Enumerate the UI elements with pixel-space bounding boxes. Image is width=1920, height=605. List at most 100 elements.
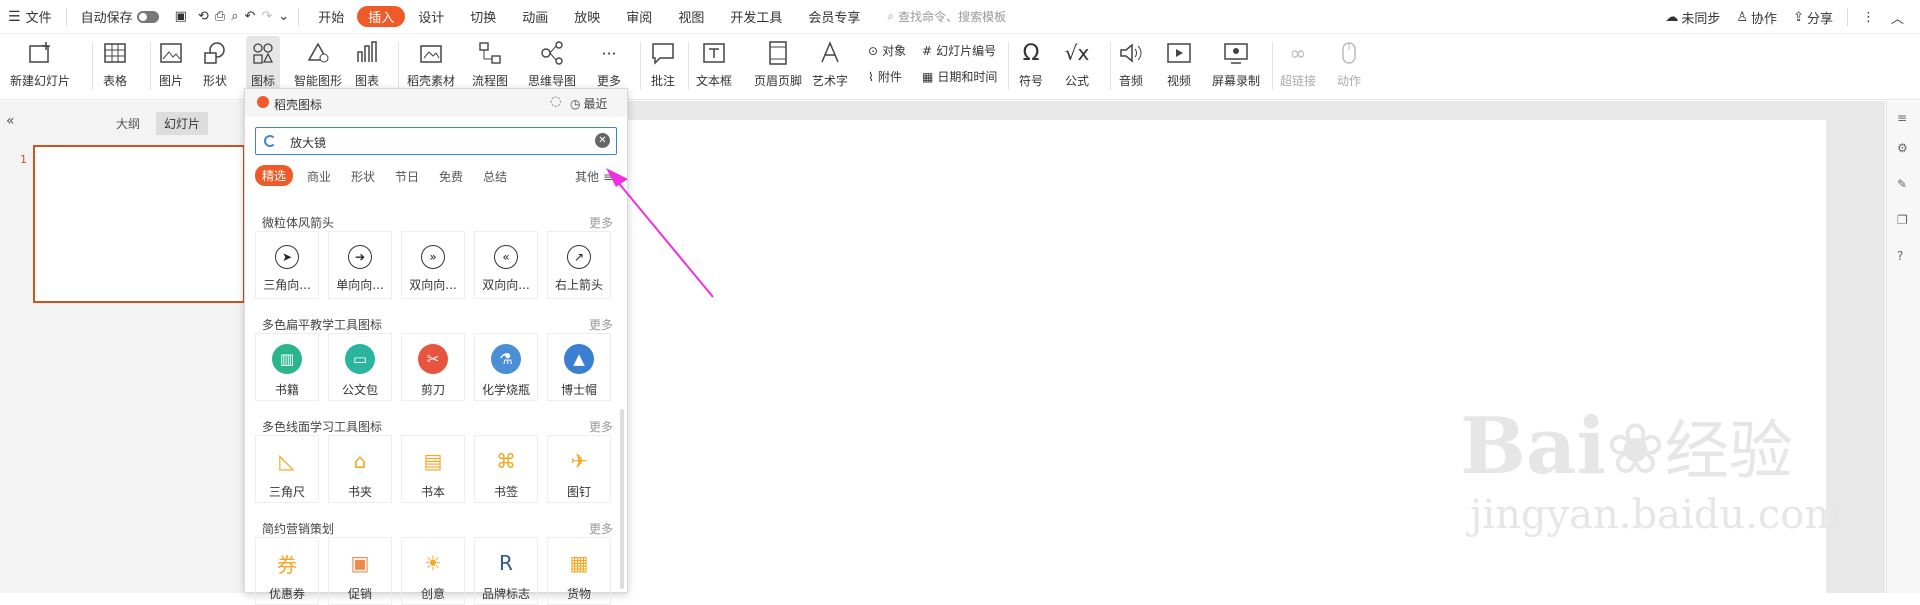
picture-button[interactable]: 图片	[158, 36, 184, 96]
category-shape[interactable]: 形状	[351, 168, 375, 185]
share-button[interactable]: ⇪ 分享	[1785, 5, 1841, 29]
flowchart-button[interactable]: 流程图	[472, 36, 508, 96]
symbol-button[interactable]: Ω 符号	[1018, 36, 1044, 96]
help-icon[interactable]: ?	[1897, 249, 1903, 263]
tab-slides[interactable]: 幻灯片	[156, 112, 209, 135]
icon-preview-icon: ▤	[423, 449, 443, 473]
attachment-button[interactable]: ⌇ 附件	[868, 68, 902, 85]
icon-tile[interactable]: ✂ 剪刀	[401, 333, 465, 401]
table-icon	[102, 40, 128, 66]
copy-icon[interactable]: ❐	[1897, 213, 1908, 227]
icon-tile[interactable]: ◺ 三角尺	[255, 435, 319, 503]
preview-icon[interactable]: ⌕	[228, 5, 241, 29]
table-button[interactable]: 表格	[102, 36, 128, 96]
more-menu-icon[interactable]: ⋮	[1854, 5, 1883, 29]
recent-button[interactable]: ◷ 最近	[570, 95, 608, 112]
icon-tile[interactable]: ▤ 书本	[401, 435, 465, 503]
section-more-link[interactable]: 更多	[589, 316, 613, 333]
datetime-button[interactable]: ▦ 日期和时间	[922, 68, 997, 85]
tab-transition[interactable]: 切换	[457, 5, 509, 29]
category-free[interactable]: 免费	[439, 168, 463, 185]
tab-outline[interactable]: 大纲	[116, 115, 140, 132]
autosave-toggle[interactable]: 自动保存	[73, 5, 167, 29]
file-menu[interactable]: ☰ 文件	[0, 5, 60, 29]
hyperlink-button[interactable]: ∞ 超链接	[1280, 36, 1316, 96]
tab-slideshow[interactable]: 放映	[561, 5, 613, 29]
action-button[interactable]: 动作	[1336, 36, 1362, 96]
icon-tile[interactable]: ➔ 单向向...	[328, 231, 392, 299]
scrollbar[interactable]	[620, 409, 624, 589]
header-footer-button[interactable]: 页眉页脚	[754, 36, 802, 96]
tab-insert[interactable]: 插入	[357, 6, 406, 27]
format-painter-icon[interactable]: ⟲	[195, 5, 212, 29]
settings-sliders-icon[interactable]: ⚙	[1897, 141, 1908, 155]
tab-review[interactable]: 审阅	[613, 5, 665, 29]
section-more-link[interactable]: 更多	[589, 418, 613, 435]
icon-tile[interactable]: ✈ 图钉	[547, 435, 611, 503]
icon-tile[interactable]: R 品牌标志	[474, 537, 538, 605]
icon-tile[interactable]: » 双向向...	[401, 231, 465, 299]
undo-icon[interactable]: ↶	[241, 5, 258, 29]
material-button[interactable]: 稻壳素材	[407, 36, 455, 96]
pin-icon[interactable]: ✎	[1897, 177, 1907, 191]
tab-start[interactable]: 开始	[305, 5, 357, 29]
command-search[interactable]: ⌕ 查找命令、搜索模板	[887, 8, 1006, 25]
slide-thumbnail[interactable]	[33, 145, 245, 303]
wordart-button[interactable]: 艺术字	[812, 36, 848, 96]
print-icon[interactable]: ⎙	[212, 5, 228, 29]
textbox-button[interactable]: 文本框	[696, 36, 732, 96]
redo-icon[interactable]: ↷	[258, 5, 275, 29]
shape-button[interactable]: 形状	[202, 36, 228, 96]
object-button[interactable]: ⊙ 对象	[868, 42, 906, 59]
sync-status[interactable]: ☁ 未同步	[1657, 5, 1728, 29]
search-value: 放大镜	[290, 136, 327, 150]
icon-tile[interactable]: « 双向向...	[474, 231, 538, 299]
icon-tile[interactable]: 券优惠券	[255, 537, 319, 605]
icon-tile[interactable]: ▣ 促销	[328, 537, 392, 605]
tab-animation[interactable]: 动画	[509, 5, 561, 29]
icon-tile[interactable]: ▭ 公文包	[328, 333, 392, 401]
icon-tile[interactable]: ➤ 三角向...	[255, 231, 319, 299]
category-summary[interactable]: 总结	[483, 168, 507, 185]
formula-button[interactable]: √x 公式	[1064, 36, 1090, 96]
category-festival[interactable]: 节日	[395, 168, 419, 185]
chevron-down-icon[interactable]: ⌄	[275, 5, 292, 29]
icon-tile[interactable]: ▲ 博士帽	[547, 333, 611, 401]
link-icon: ∞	[1289, 41, 1307, 65]
smart-graphic-button[interactable]: 智能图形	[294, 36, 342, 96]
chart-button[interactable]: 图表	[354, 36, 380, 96]
slide-canvas[interactable]: Bai❀经验 jingyan.baidu.com	[600, 120, 1842, 593]
icon-tile[interactable]: ⌘ 书签	[474, 435, 538, 503]
section-more-link[interactable]: 更多	[589, 520, 613, 537]
slide-number-button[interactable]: # 幻灯片编号	[922, 42, 996, 59]
paperclip-icon: ⌇	[868, 69, 874, 84]
video-button[interactable]: 视频	[1166, 36, 1192, 96]
icon-search-input[interactable]: 放大镜 ✕	[255, 127, 617, 155]
save-icon[interactable]: ▣	[167, 5, 195, 29]
icon-tile[interactable]: ⌂ 书夹	[328, 435, 392, 503]
chat-icon[interactable]: ◌	[550, 94, 561, 109]
menu-lines-icon[interactable]: ≡	[1897, 111, 1907, 125]
icon-tile[interactable]: ▥ 书籍	[255, 333, 319, 401]
screen-record-button[interactable]: 屏幕录制	[1212, 36, 1260, 96]
icon-tile[interactable]: ☀ 创意	[401, 537, 465, 605]
category-business[interactable]: 商业	[307, 168, 331, 185]
tab-design[interactable]: 设计	[405, 5, 457, 29]
tab-view[interactable]: 视图	[665, 5, 717, 29]
mindmap-button[interactable]: 思维导图	[528, 36, 576, 96]
clear-search-icon[interactable]: ✕	[595, 133, 610, 148]
collapse-ribbon-icon[interactable]: ︿	[1883, 5, 1912, 29]
icon-button[interactable]: 图标	[246, 36, 280, 96]
collab-button[interactable]: ♙ 协作	[1728, 5, 1785, 29]
collapse-pane-icon[interactable]: «	[6, 113, 15, 129]
comment-button[interactable]: 批注	[650, 36, 676, 96]
icon-label: 书夹	[347, 485, 372, 499]
audio-button[interactable]: 音频	[1118, 36, 1144, 96]
tab-member[interactable]: 会员专享	[795, 5, 873, 29]
more-button[interactable]: ··· 更多	[596, 36, 622, 96]
tab-developer[interactable]: 开发工具	[717, 5, 795, 29]
new-slide-button[interactable]: 新建幻灯片	[10, 36, 70, 96]
icon-tile[interactable]: ⚗ 化学烧瓶	[474, 333, 538, 401]
category-featured[interactable]: 精选	[255, 165, 294, 186]
icon-tile[interactable]: ▦ 货物	[547, 537, 611, 605]
